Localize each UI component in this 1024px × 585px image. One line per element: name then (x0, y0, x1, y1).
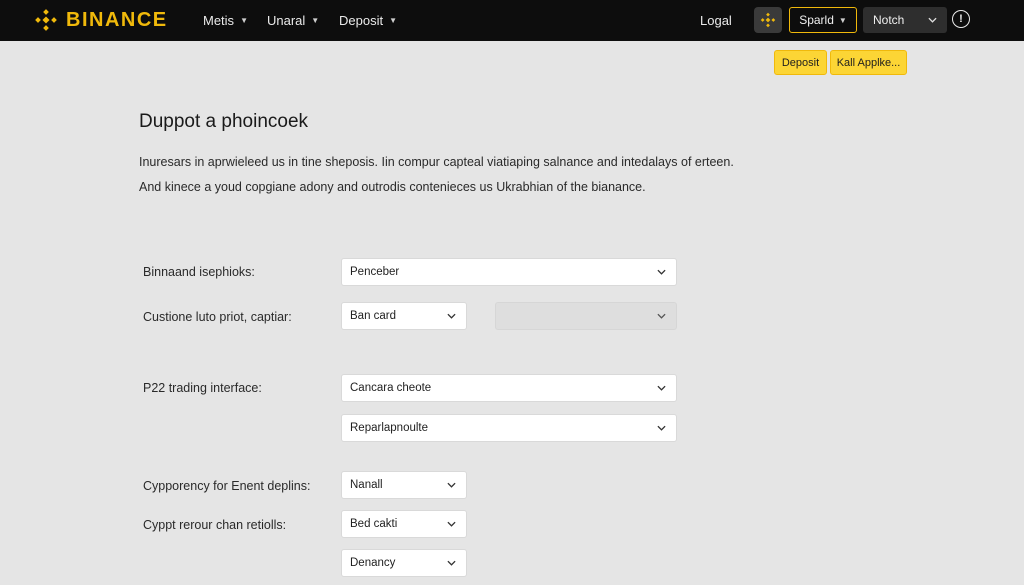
chevron-down-icon: ▼ (311, 16, 320, 25)
select-field-5b[interactable]: Denancy (341, 549, 467, 577)
top-navigation-bar: BINANCE Metis ▼ Unaral ▼ Deposit ▼ Logal… (0, 0, 1024, 41)
notch-label: Notch (873, 13, 905, 27)
binance-logo-icon (760, 12, 776, 28)
info-icon[interactable]: ! (952, 10, 970, 28)
spot-dropdown[interactable]: Sparld ▼ (789, 7, 857, 33)
description-line-1: Inuresars in aprwieleed us in tine shepo… (139, 155, 734, 169)
select-value: Cancara cheote (350, 382, 432, 394)
chevron-down-icon (657, 313, 666, 319)
spot-label: Sparld (799, 13, 834, 27)
chevron-down-icon (447, 560, 456, 566)
chevron-down-icon (447, 482, 456, 488)
select-field-4[interactable]: Nanall (341, 471, 467, 499)
apply-button-label: Kall Applke... (836, 56, 901, 69)
nav-item-deposit[interactable]: Deposit ▼ (339, 13, 397, 28)
form-label-2: Custione luto priot, captiar: (143, 310, 292, 324)
chevron-down-icon: ▼ (240, 16, 248, 25)
select-field-2b[interactable] (495, 302, 677, 330)
page-title: Duppot a phoincoek (139, 111, 309, 132)
chevron-down-icon: ▼ (838, 15, 847, 25)
notch-dropdown[interactable]: Notch (863, 7, 947, 33)
select-field-5[interactable]: Bed cakti (341, 510, 467, 538)
select-field-3[interactable]: Cancara cheote (341, 374, 677, 402)
select-field-2[interactable]: Ban card (341, 302, 467, 330)
nav-item-label: Metis (203, 13, 235, 28)
binance-icon-button[interactable] (754, 7, 782, 33)
select-value: Bed cakti (350, 518, 398, 530)
form-label-1: Binnaand isephioks: (143, 265, 255, 279)
form-label-4: Cypporency for Enent deplins: (143, 479, 311, 493)
binance-logo-icon (35, 9, 57, 31)
select-field-1[interactable]: Penceber (341, 258, 677, 286)
select-value: Denancy (350, 557, 396, 569)
select-value: Nanall (350, 479, 383, 491)
chevron-down-icon (657, 385, 666, 391)
chevron-down-icon (447, 313, 456, 319)
brand-logo[interactable]: BINANCE (34, 8, 168, 32)
form-label-3: P22 trading interface: (143, 381, 262, 395)
description-line-2: And kinece a youd copgiane adony and out… (139, 180, 646, 194)
nav-item-label: Deposit (339, 13, 384, 28)
select-field-3b[interactable]: Reparlapnoulte (341, 414, 677, 442)
deposit-button[interactable]: Deposit (774, 50, 827, 75)
chevron-down-icon (657, 425, 666, 431)
login-link[interactable]: Logal (700, 13, 732, 28)
nav-item-unaral[interactable]: Unaral ▼ (267, 13, 319, 28)
select-value: Reparlapnoulte (350, 422, 429, 434)
chevron-down-icon: ▼ (389, 16, 397, 25)
chevron-down-icon (928, 17, 937, 23)
select-value: Penceber (350, 266, 400, 278)
select-value: Ban card (350, 310, 397, 322)
nav-item-metis[interactable]: Metis ▼ (203, 13, 248, 28)
deposit-button-label: Deposit (781, 56, 820, 69)
nav-item-label: Unaral (267, 13, 306, 28)
form-label-5: Cyppt rerour chan retiolls: (143, 518, 287, 532)
apply-button[interactable]: Kall Applke... (830, 50, 907, 75)
brand-name: BINANCE (66, 8, 168, 31)
chevron-down-icon (447, 521, 456, 527)
chevron-down-icon (657, 269, 666, 275)
